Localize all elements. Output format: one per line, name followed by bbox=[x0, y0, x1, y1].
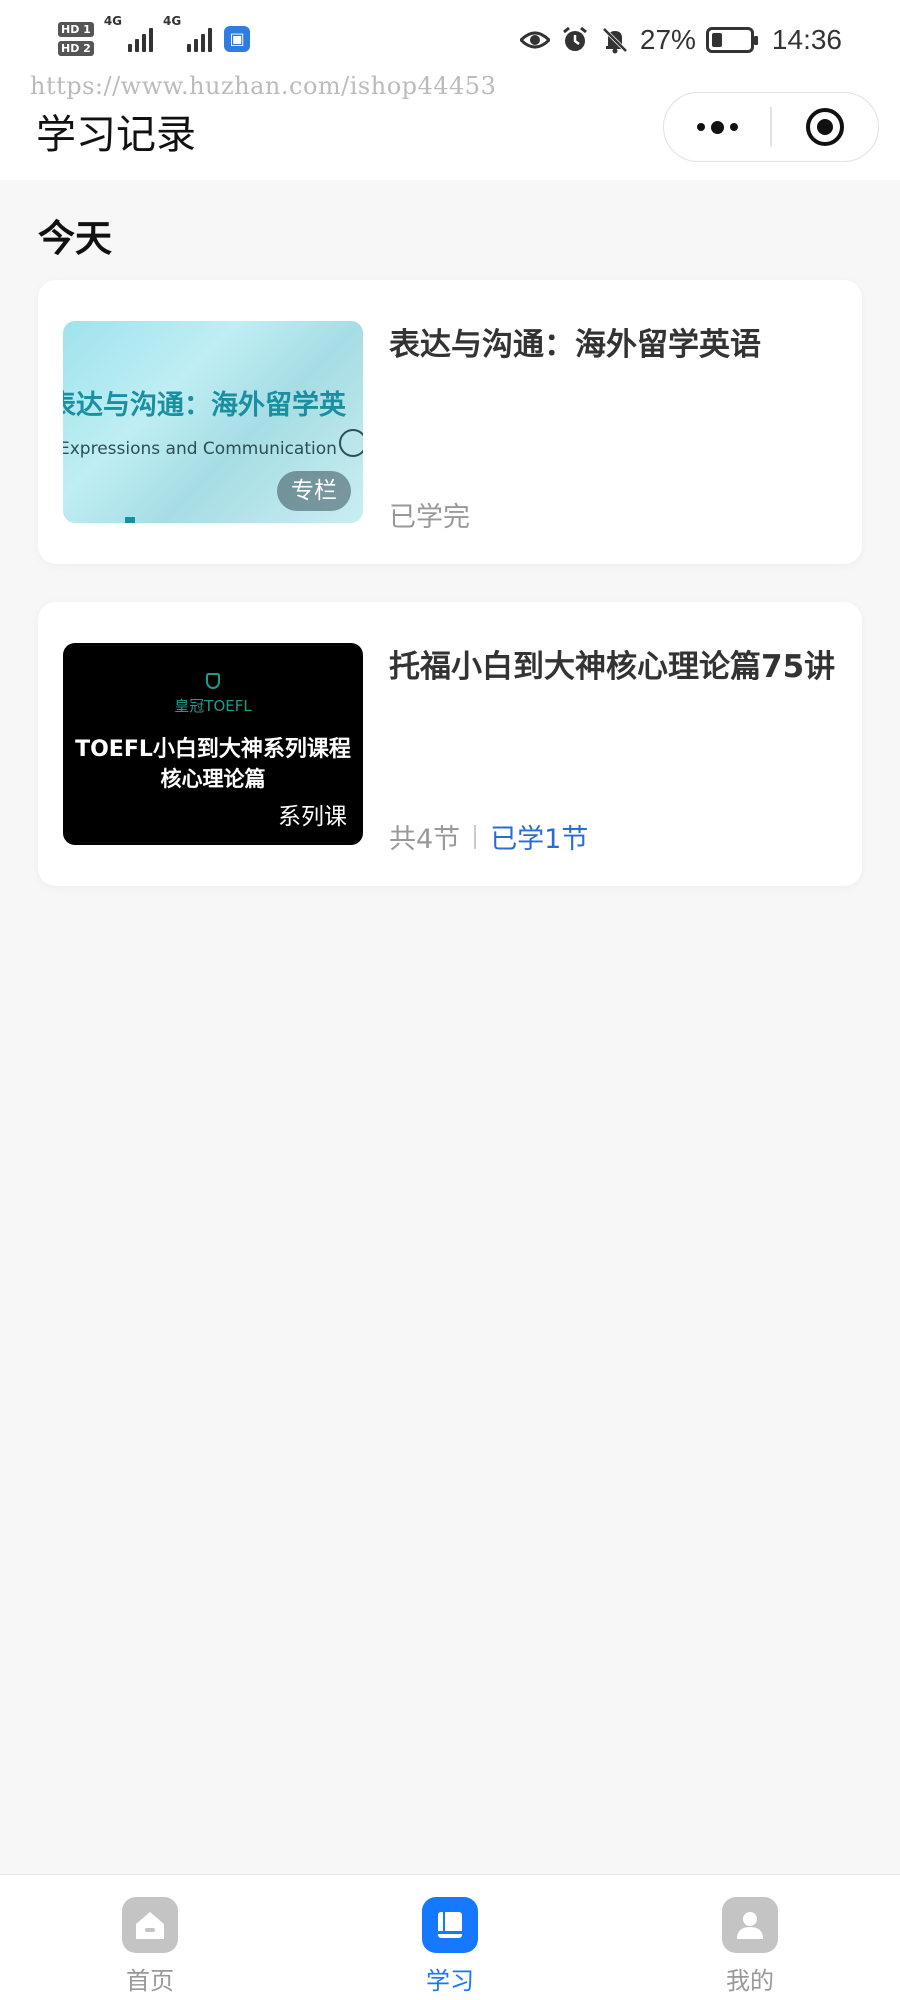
tab-label: 我的 bbox=[726, 1967, 774, 1995]
user-icon bbox=[722, 1897, 778, 1953]
crown-shield-icon bbox=[206, 673, 220, 689]
tab-home[interactable]: 首页 bbox=[90, 1897, 210, 1996]
course-progress: 共4节 已学1节 bbox=[389, 817, 588, 856]
watermark-url: https://www.huzhan.com/ishop44453 bbox=[30, 72, 497, 100]
battery-level bbox=[711, 33, 722, 47]
lessons-studied: 已学1节 bbox=[490, 824, 589, 855]
lesson-total: 共4节 bbox=[389, 824, 461, 855]
sim-labels: HD 1 HD 2 bbox=[58, 22, 94, 56]
home-icon bbox=[122, 1897, 178, 1953]
course-card[interactable]: 表达与沟通：海外留学英 Expressions and Communicatio… bbox=[38, 280, 862, 564]
signal-bars-2-icon bbox=[187, 26, 213, 52]
thumbnail-line-2: 核心理论篇 bbox=[160, 767, 266, 791]
mute-bell-icon bbox=[600, 25, 630, 55]
tab-label: 学习 bbox=[426, 1967, 474, 1995]
course-card[interactable]: 皇冠TOEFL TOEFL小白到大神系列课程 核心理论篇 系列课 托福小白到大神… bbox=[38, 602, 862, 886]
eye-icon bbox=[519, 25, 550, 55]
sim1-label: HD 1 bbox=[58, 22, 94, 37]
alarm-icon bbox=[560, 25, 590, 55]
course-type-badge: 专栏 bbox=[277, 471, 351, 511]
meta-divider bbox=[474, 824, 477, 849]
more-dots-icon bbox=[696, 120, 738, 134]
network-type-1: 4G bbox=[103, 14, 123, 28]
course-status: 已学完 bbox=[389, 495, 470, 534]
page: HD 1 HD 2 4G 4G ▣ 27% 14:36 https://www.… bbox=[0, 0, 900, 2000]
thumbnail-decoration bbox=[125, 517, 135, 523]
bottom-tab-bar: 首页 学习 我的 bbox=[0, 1874, 900, 2000]
top-bar: HD 1 HD 2 4G 4G ▣ 27% 14:36 https://www.… bbox=[0, 0, 900, 180]
course-thumbnail: 皇冠TOEFL TOEFL小白到大神系列课程 核心理论篇 系列课 bbox=[63, 643, 363, 845]
network-type-2: 4G bbox=[163, 14, 182, 28]
course-type-badge: 系列课 bbox=[278, 804, 347, 830]
battery-icon bbox=[705, 27, 758, 53]
tab-study[interactable]: 学习 bbox=[390, 1897, 510, 1996]
tab-label: 首页 bbox=[126, 1967, 174, 1995]
completion-status: 已学完 bbox=[389, 502, 470, 533]
thumbnail-subtitle: Expressions and Communication bbox=[63, 439, 337, 459]
status-right: 27% 14:36 bbox=[519, 20, 842, 60]
status-left: HD 1 HD 2 4G 4G ▣ bbox=[58, 14, 251, 64]
page-title: 学习记录 bbox=[36, 112, 196, 158]
thumbnail-line-1: TOEFL小白到大神系列课程 bbox=[75, 737, 351, 762]
status-bar: HD 1 HD 2 4G 4G ▣ 27% 14:36 bbox=[0, 0, 900, 80]
sim2-label: HD 2 bbox=[58, 41, 94, 56]
course-thumbnail: 表达与沟通：海外留学英 Expressions and Communicatio… bbox=[63, 321, 363, 523]
clock-time: 14:36 bbox=[771, 24, 842, 55]
target-circle-icon bbox=[805, 108, 844, 146]
miniprogram-capsule bbox=[663, 92, 879, 162]
app-notification-icon: ▣ bbox=[224, 26, 251, 52]
close-miniprogram-button[interactable] bbox=[772, 93, 878, 161]
course-title: 表达与沟通：海外留学英语 bbox=[389, 327, 761, 363]
planet-icon bbox=[339, 429, 363, 457]
toefl-logo: 皇冠TOEFL bbox=[63, 673, 363, 716]
more-button[interactable] bbox=[664, 93, 770, 161]
course-title: 托福小白到大神核心理论篇75讲 bbox=[389, 649, 836, 685]
section-title-today: 今天 bbox=[38, 217, 112, 260]
signal-bars-1-icon bbox=[128, 26, 154, 52]
thumbnail-title: 表达与沟通：海外留学英 bbox=[63, 390, 346, 421]
tab-me[interactable]: 我的 bbox=[690, 1897, 810, 1996]
logo-text: 皇冠TOEFL bbox=[174, 697, 252, 715]
battery-percent: 27% bbox=[639, 24, 696, 55]
book-icon bbox=[422, 1897, 478, 1953]
